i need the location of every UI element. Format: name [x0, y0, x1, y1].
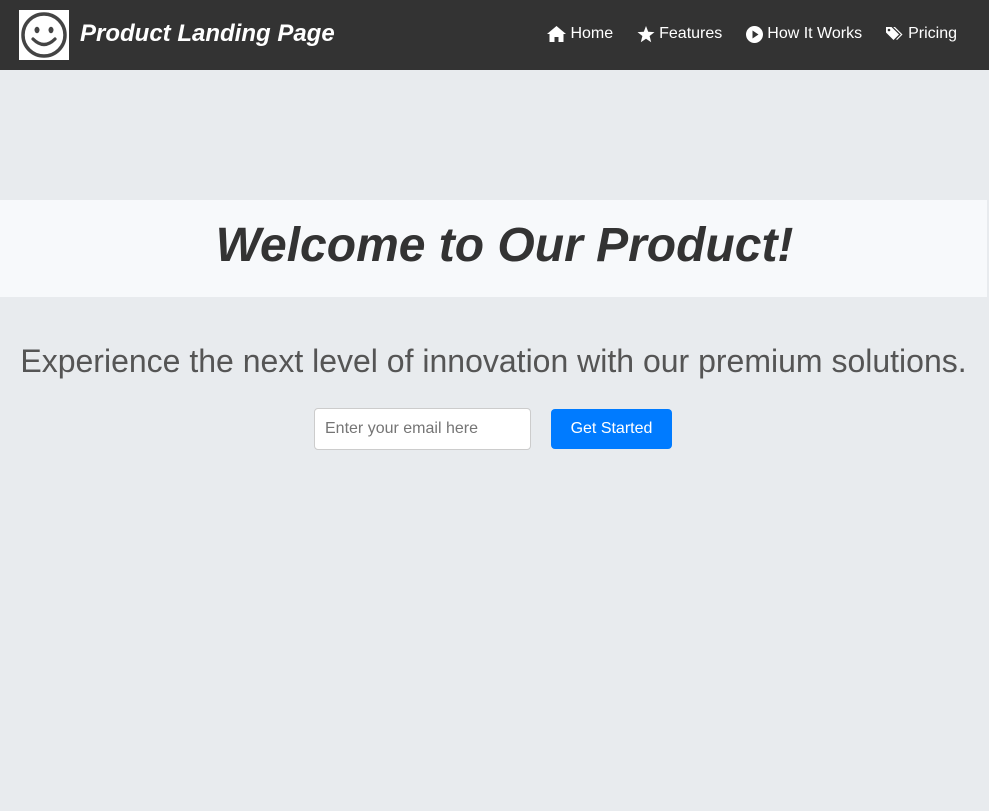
hero-headline: Welcome to Our Product! — [215, 219, 794, 272]
navbar: Product Landing Page Home Features How I… — [0, 0, 989, 70]
brand-title[interactable]: Product Landing Page — [80, 19, 335, 49]
smiley-face-icon[interactable] — [19, 10, 69, 60]
nav-link-label: Home — [570, 25, 614, 42]
nav-link-label: Pricing — [908, 25, 957, 42]
nav-link-pricing[interactable]: Pricing — [886, 22, 957, 46]
nav-link-features[interactable]: Features — [637, 22, 722, 46]
tags-icon — [886, 27, 903, 40]
hero-tagline: Experience the next level of innovation … — [20, 343, 967, 379]
play-circle-icon — [746, 25, 764, 43]
star-icon — [637, 25, 655, 42]
nav-link-how-it-works[interactable]: How It Works — [746, 22, 862, 46]
get-started-button[interactable]: Get Started — [551, 409, 672, 449]
nav-link-label: How It Works — [767, 25, 863, 42]
email-input[interactable] — [314, 408, 531, 450]
nav-link-home[interactable]: Home — [547, 22, 613, 46]
nav-link-label: Features — [659, 25, 723, 42]
home-icon — [547, 26, 567, 42]
nav-menu: Home Features How It Works Pricing — [547, 22, 957, 46]
